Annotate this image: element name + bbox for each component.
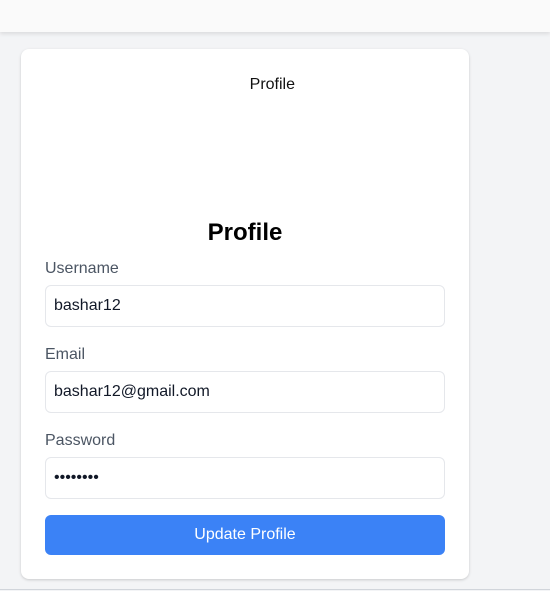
username-input[interactable] [45, 285, 445, 327]
email-input[interactable] [45, 371, 445, 413]
profile-card: Profile Profile Username Email Password … [21, 49, 469, 579]
top-navbar [0, 0, 550, 32]
username-label: Username [45, 260, 119, 277]
password-label: Password [45, 432, 116, 449]
bottom-divider [0, 589, 550, 590]
password-input[interactable] [45, 457, 445, 499]
profile-image-alt-text: Profile [249, 76, 295, 93]
update-profile-button[interactable]: Update Profile [45, 515, 445, 555]
profile-image: Profile [189, 75, 301, 187]
page-title: Profile [207, 219, 283, 246]
email-label: Email [45, 346, 86, 363]
